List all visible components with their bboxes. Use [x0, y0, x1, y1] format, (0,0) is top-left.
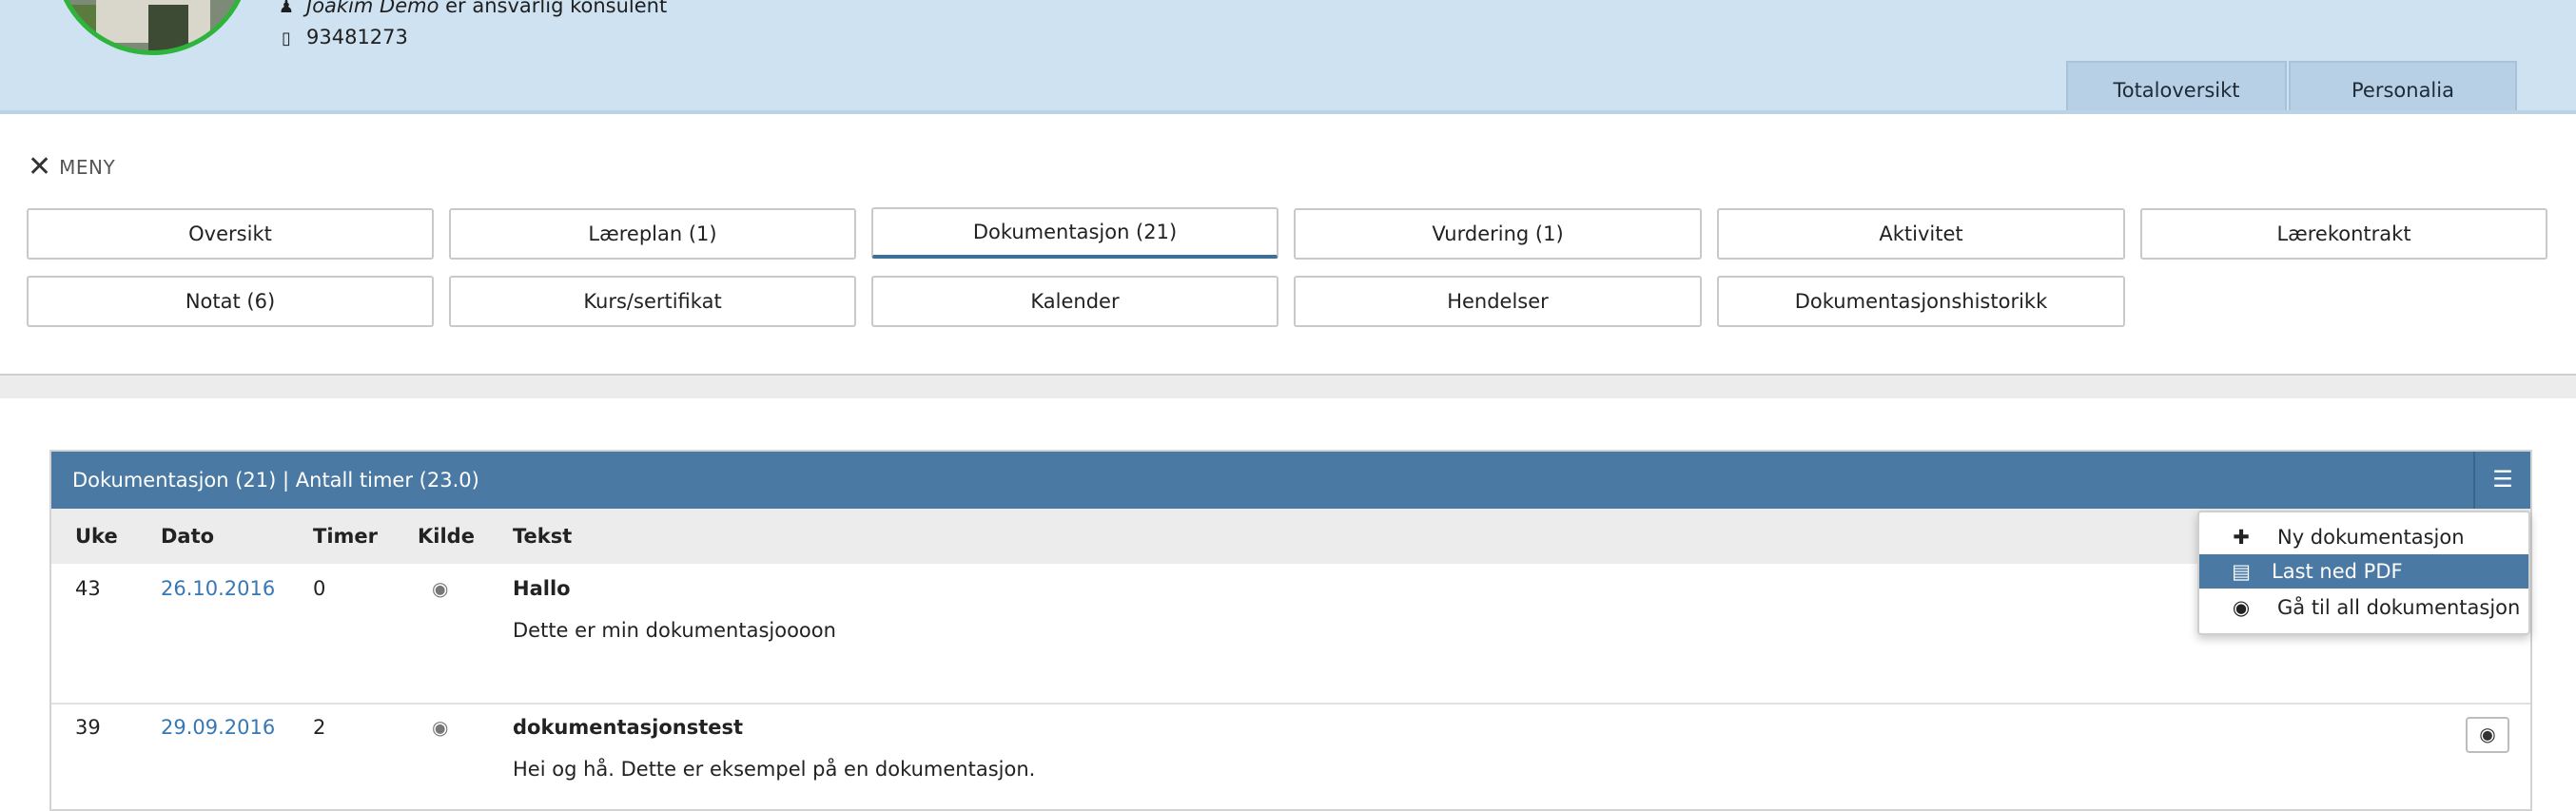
- nav-dokumentasjon[interactable]: Dokumentasjon (21): [871, 207, 1278, 259]
- menu-item-label: Gå til all dokumentasjon: [2277, 596, 2521, 619]
- eye-icon: ◉: [2479, 723, 2496, 745]
- column-header-timer: Timer: [313, 525, 379, 548]
- eye-icon: ◉: [2232, 596, 2251, 619]
- menu-toggle-label: MENY: [59, 156, 116, 179]
- plus-icon: ✚: [2233, 526, 2250, 549]
- nav-vurdering[interactable]: Vurdering (1): [1294, 208, 1702, 260]
- phone-number: 93481273: [306, 26, 408, 48]
- phone-line: ▯ 93481273: [276, 26, 408, 48]
- consultant-line: ♟ Joakim Demo er ansvarlig konsulent: [276, 0, 667, 17]
- documentation-panel: Dokumentasjon (21) | Antall timer (23.0)…: [49, 450, 2532, 811]
- menu-item-ga-til-all-dokumentasjon[interactable]: ◉ Gå til all dokumentasjon: [2199, 590, 2528, 625]
- close-icon: ✕: [28, 150, 52, 183]
- panel-menu-button[interactable]: ☰: [2473, 452, 2530, 509]
- tab-personalia[interactable]: Personalia: [2289, 61, 2517, 110]
- nav-aktivitet[interactable]: Aktivitet: [1717, 208, 2125, 260]
- profile-header: ♟ Joakim Demo er ansvarlig konsulent ▯ 934…: [0, 0, 2576, 114]
- globe-icon: ◉: [432, 577, 449, 600]
- section-divider: [0, 374, 2576, 398]
- nav-laereplan[interactable]: Læreplan (1): [449, 208, 856, 260]
- row-date-link[interactable]: 29.09.2016: [161, 716, 275, 739]
- row-text: Dette er min dokumentasjoooon: [513, 619, 836, 642]
- menu-item-label: Last ned PDF: [2272, 560, 2403, 583]
- pdf-file-icon: ▤: [2232, 560, 2251, 583]
- row-divider: [51, 703, 2530, 705]
- column-header-uke: Uke: [75, 525, 118, 548]
- row-text: Hei og hå. Dette er eksempel på en dokum…: [513, 758, 1036, 781]
- nav-notat[interactable]: Notat (6): [27, 276, 434, 327]
- menu-item-ny-dokumentasjon[interactable]: ✚ Ny dokumentasjon: [2199, 520, 2528, 554]
- column-header-dato: Dato: [161, 525, 215, 548]
- menu-item-last-ned-pdf[interactable]: ▤ Last ned PDF: [2199, 554, 2528, 589]
- avatar: [53, 0, 251, 55]
- globe-icon: ◉: [432, 716, 449, 739]
- nav-dokumentasjonshistorikk[interactable]: Dokumentasjonshistorikk: [1717, 276, 2125, 327]
- menu-toggle-button[interactable]: ✕ MENY: [28, 153, 115, 182]
- row-title: Hallo: [513, 577, 571, 600]
- nav-kalender[interactable]: Kalender: [871, 276, 1278, 327]
- consultant-suffix: er ansvarlig konsulent: [445, 0, 668, 17]
- tab-totaloversikt[interactable]: Totaloversikt: [2066, 61, 2287, 110]
- nav-hendelser[interactable]: Hendelser: [1294, 276, 1702, 327]
- panel-title: Dokumentasjon (21) | Antall timer (23.0): [51, 452, 2530, 509]
- column-header-kilde: Kilde: [418, 525, 475, 548]
- consultant-name: Joakim Demo: [306, 0, 439, 17]
- column-header-tekst: Tekst: [513, 525, 573, 548]
- table-row: 43 26.10.2016 0 ◉ Hallo Dette er min dok…: [51, 577, 2530, 672]
- table-header: Uke Dato Timer Kilde Tekst: [51, 509, 2530, 564]
- row-date-link[interactable]: 26.10.2016: [161, 577, 275, 600]
- row-title: dokumentasjonstest: [513, 716, 744, 739]
- table-row: 39 29.09.2016 2 ◉ dokumentasjonstest Hei…: [51, 716, 2530, 811]
- row-hours: 2: [313, 716, 326, 739]
- view-row-button[interactable]: ◉: [2466, 717, 2509, 753]
- mobile-phone-icon: ▯: [282, 29, 291, 48]
- row-week: 43: [75, 577, 101, 600]
- nav-oversikt[interactable]: Oversikt: [27, 208, 434, 260]
- hamburger-icon: ☰: [2492, 466, 2513, 492]
- panel-dropdown-menu: ✚ Ny dokumentasjon ▤ Last ned PDF ◉ Gå t…: [2197, 511, 2530, 635]
- menu-item-label: Ny dokumentasjon: [2277, 526, 2465, 549]
- nav-laerekontrakt[interactable]: Lærekontrakt: [2140, 208, 2547, 260]
- user-icon: ♟: [278, 0, 295, 17]
- nav-kurs-sertifikat[interactable]: Kurs/sertifikat: [449, 276, 856, 327]
- row-week: 39: [75, 716, 101, 739]
- row-hours: 0: [313, 577, 326, 600]
